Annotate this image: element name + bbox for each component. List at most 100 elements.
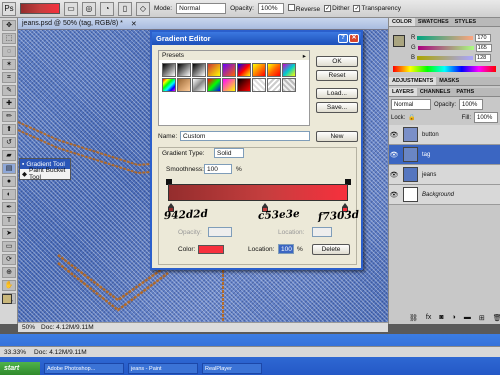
preset-swatch[interactable] [282,63,296,77]
layer-item[interactable]: 👁 Background [389,185,500,205]
layer-item[interactable]: 👁 tag [389,145,500,165]
reverse-checkbox[interactable]: Reverse [287,4,320,13]
flyout-item-paint-bucket-tool[interactable]: ◆ Paint Bucket Tool [20,167,70,181]
tab-styles[interactable]: STYLES [452,18,479,26]
presets-menu-icon[interactable]: ▸ [303,52,306,60]
color-location-field[interactable]: 100 [278,244,294,254]
3d-orbit-tool-icon[interactable]: ⊕ [2,267,16,278]
eye-icon[interactable]: 👁 [389,131,399,139]
preset-swatch[interactable] [282,78,296,92]
preset-swatch[interactable] [222,63,236,77]
tab-color[interactable]: COLOR [389,18,415,26]
tab-layers[interactable]: LAYERS [389,88,417,96]
tab-paths[interactable]: PATHS [453,88,477,96]
path-selection-tool-icon[interactable]: ➤ [2,228,16,239]
preset-swatch[interactable] [222,78,236,92]
stop-color-chip[interactable] [198,245,224,254]
ok-button[interactable]: OK [316,56,358,67]
layer-item[interactable]: 👁 jeans [389,165,500,185]
linear-gradient-icon[interactable]: ▭ [64,1,78,16]
preset-swatch[interactable] [267,63,281,77]
preset-swatch[interactable] [267,78,281,92]
adjustment-layer-icon[interactable]: ◑ [452,314,456,322]
document-tab[interactable]: jeans.psd @ 50% (tag, RGB/8) * ✕ [18,18,388,30]
preset-swatch[interactable] [252,78,266,92]
dialog-titlebar[interactable]: Gradient Editor ? ✕ [152,32,361,45]
foreground-color-chip[interactable] [393,35,405,47]
mask-icon[interactable]: ◙ [439,314,443,322]
eraser-tool-icon[interactable]: ▰ [2,150,16,161]
3d-rotate-tool-icon[interactable]: ⟳ [2,254,16,265]
tab-swatches[interactable]: SWATCHES [415,18,452,26]
preset-swatch[interactable] [237,78,251,92]
eyedropper-tool-icon[interactable]: ✎ [2,85,16,96]
r-value[interactable]: 170 [475,34,492,42]
preset-swatch[interactable] [162,78,176,92]
name-field[interactable]: Custom [180,131,310,141]
move-tool-icon[interactable]: ✥ [2,20,16,31]
g-slider[interactable] [417,46,474,50]
g-value[interactable]: 165 [475,44,492,52]
pen-tool-icon[interactable]: ✒ [2,202,16,213]
reset-button[interactable]: Reset [316,70,358,81]
brush-tool-icon[interactable]: ✏ [2,111,16,122]
folder-icon[interactable]: ▬ [464,314,471,322]
layer-opacity-field[interactable]: 100% [459,99,484,110]
preset-swatch[interactable] [192,78,206,92]
fill-field[interactable]: 100% [474,112,498,123]
gradient-picker[interactable] [20,3,60,14]
hand-tool-icon[interactable]: ✋ [2,280,16,291]
type-tool-icon[interactable]: T [2,215,16,226]
color-spectrum-bar[interactable] [393,66,496,72]
preset-swatch[interactable] [162,63,176,77]
diamond-gradient-icon[interactable]: ◇ [136,1,150,16]
lock-icon[interactable]: 🔒 [408,114,415,121]
magic-wand-tool-icon[interactable]: ✶ [2,59,16,70]
smoothness-field[interactable]: 100 [204,164,232,174]
eye-icon[interactable]: 👁 [389,171,399,179]
save-button[interactable]: Save... [316,102,358,113]
blur-tool-icon[interactable]: ● [2,176,16,187]
marquee-tool-icon[interactable]: ⬚ [2,33,16,44]
layer-item[interactable]: 👁 button [389,125,500,145]
gradient-bar[interactable] [168,184,348,201]
taskbar-item[interactable]: Adobe Photoshop... [44,363,124,374]
blend-mode-select[interactable]: Normal [391,99,431,110]
b-value[interactable]: 128 [475,54,492,62]
opacity-field[interactable]: 100% [257,3,284,14]
r-slider[interactable] [417,36,474,40]
zoom-level[interactable]: 50% [22,324,35,331]
preset-swatch[interactable] [177,78,191,92]
angle-gradient-icon[interactable]: ◔ [100,1,114,16]
tab-masks[interactable]: MASKS [436,77,462,85]
preset-swatch[interactable] [177,63,191,77]
load-button[interactable]: Load... [316,88,358,99]
dither-checkbox[interactable]: Dither [324,5,349,12]
new-layer-icon[interactable]: ⊞ [479,314,485,322]
lasso-tool-icon[interactable]: ◌ [2,46,16,57]
mode-select[interactable]: Normal [176,3,227,14]
secondary-zoom[interactable]: 33.33% [4,349,26,356]
link-icon[interactable]: ⛓ [409,314,418,322]
preset-swatch[interactable] [207,78,221,92]
eye-icon[interactable]: 👁 [389,151,399,159]
eye-icon[interactable]: 👁 [389,191,399,199]
dodge-tool-icon[interactable]: ◐ [2,189,16,200]
shape-tool-icon[interactable]: ▭ [2,241,16,252]
history-brush-tool-icon[interactable]: ↺ [2,137,16,148]
delete-button[interactable]: Delete [312,244,350,255]
preset-swatch[interactable] [252,63,266,77]
gradient-tool-icon[interactable]: ▤ [2,163,16,174]
help-icon[interactable]: ? [338,34,348,43]
healing-brush-tool-icon[interactable]: ✚ [2,98,16,109]
preset-swatch[interactable] [207,63,221,77]
taskbar-item[interactable]: jeans - Paint [128,363,198,374]
b-slider[interactable] [417,56,474,60]
tab-channels[interactable]: CHANNELS [417,88,454,96]
close-icon[interactable]: ✕ [349,34,359,43]
start-button[interactable]: start [0,362,40,375]
gradient-type-select[interactable]: Solid [214,148,244,158]
fx-icon[interactable]: fx [426,314,431,322]
reflected-gradient-icon[interactable]: ▯ [118,1,132,16]
tab-adjustments[interactable]: ADJUSTMENTS [389,77,437,85]
